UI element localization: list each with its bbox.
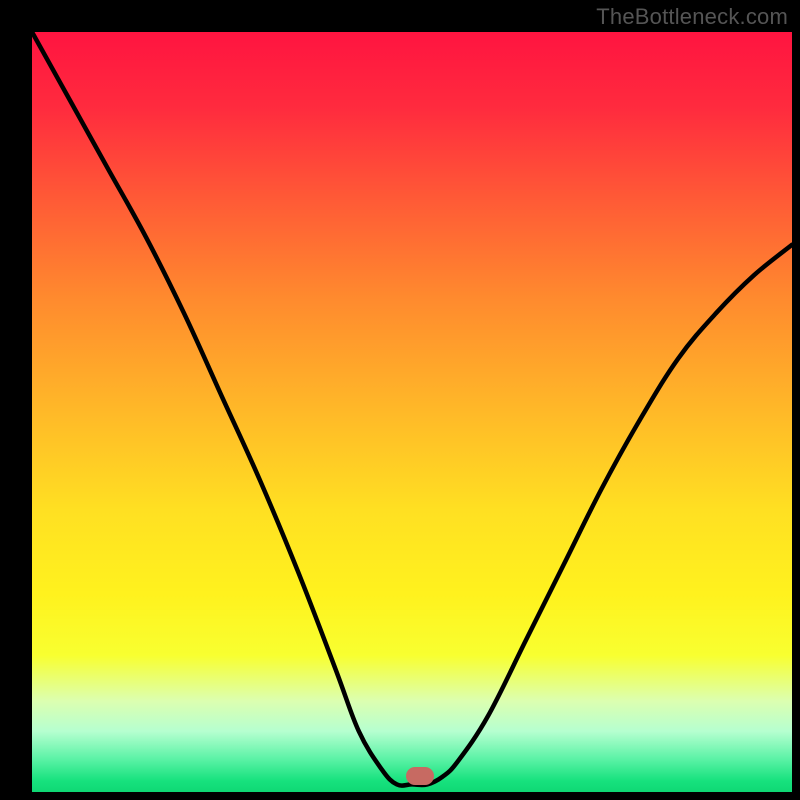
watermark-text: TheBottleneck.com xyxy=(596,4,788,30)
plot-svg xyxy=(32,32,792,792)
plot-area xyxy=(32,32,792,792)
chart-frame: TheBottleneck.com xyxy=(0,0,800,800)
gradient-background xyxy=(32,32,792,792)
optimal-marker xyxy=(406,767,434,785)
